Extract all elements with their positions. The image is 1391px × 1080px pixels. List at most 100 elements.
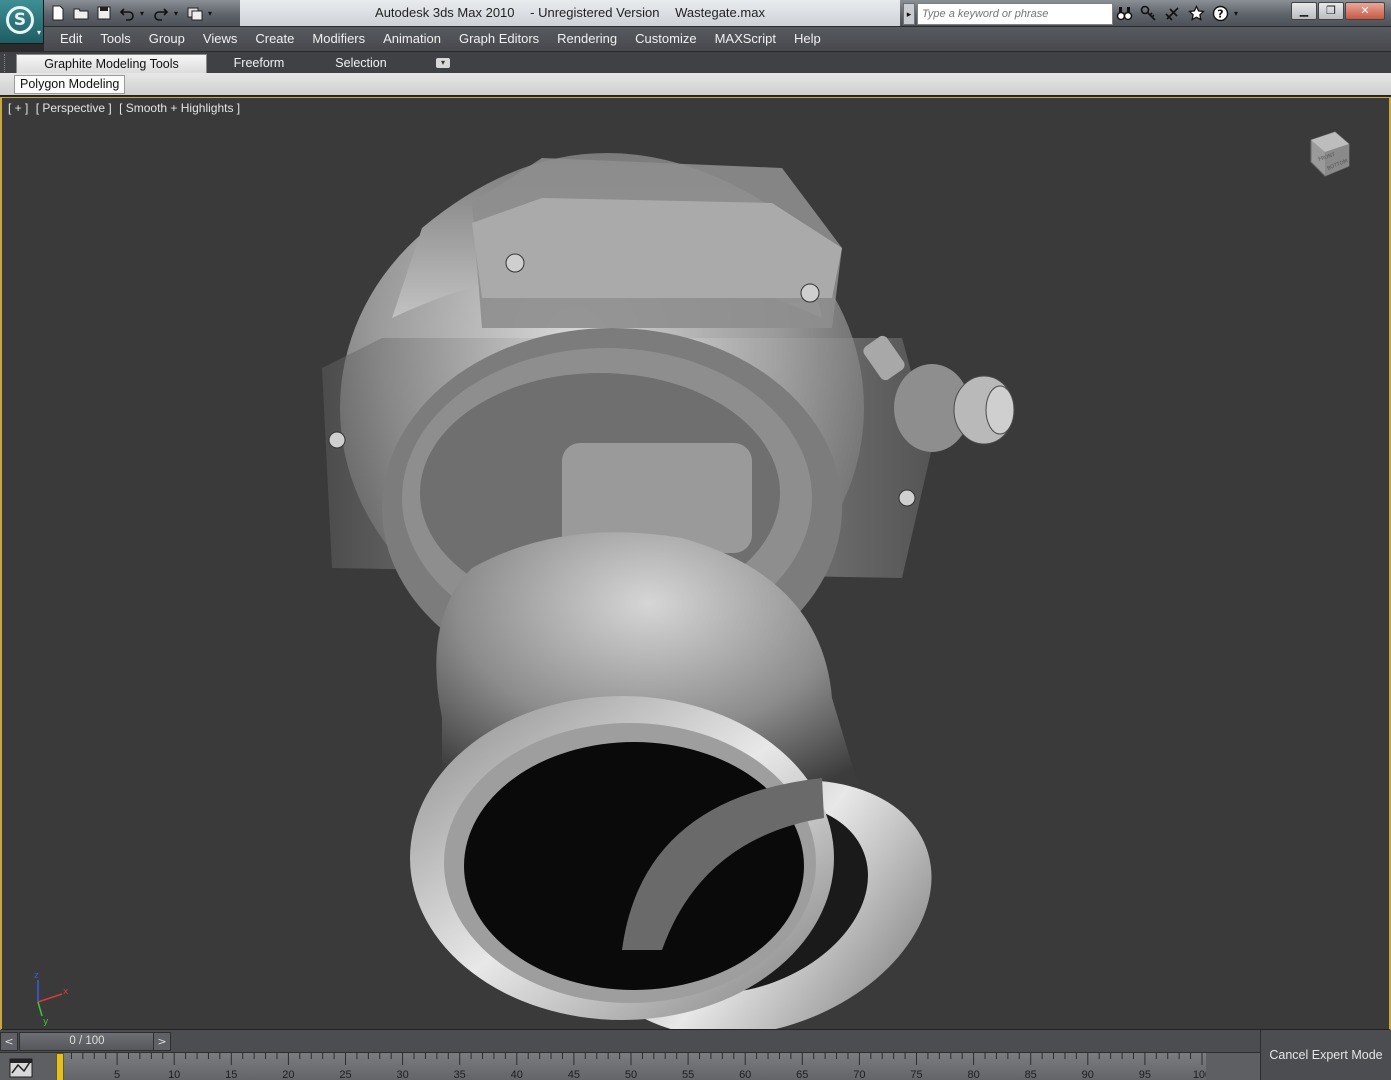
track-tick-label: 55 — [682, 1069, 694, 1080]
track-tick-label: 40 — [511, 1069, 523, 1080]
redo-icon — [154, 8, 169, 21]
time-slider: < 0 / 100 > — [0, 1032, 172, 1051]
project-folder-button[interactable] — [185, 3, 205, 23]
menu-edit[interactable]: Edit — [44, 27, 91, 51]
save-file-button[interactable] — [94, 3, 114, 23]
close-icon: ✕ — [1360, 4, 1370, 17]
redo-dropdown-icon[interactable]: ▾ — [174, 9, 182, 18]
help-dropdown-icon[interactable]: ▾ — [1234, 9, 1242, 18]
close-button[interactable]: ✕ — [1345, 2, 1385, 20]
minimize-button[interactable]: ▁ — [1291, 2, 1317, 20]
svg-text:y: y — [43, 1017, 49, 1026]
search-input[interactable] — [917, 2, 1113, 25]
perspective-viewport[interactable]: [ + ] [ Perspective ] [ Smooth + Highlig… — [0, 97, 1391, 1030]
help-icon: ? — [1212, 5, 1228, 21]
current-frame-marker[interactable] — [56, 1053, 64, 1080]
title-bar: ▾ ▾ ▾ Autodesk 3ds Max 2010 - Unregister… — [0, 0, 1391, 27]
star-icon — [1187, 4, 1205, 21]
tab-selection[interactable]: Selection — [316, 54, 406, 73]
open-folder-icon — [73, 8, 89, 20]
axis-tripod: z x y — [34, 971, 69, 1026]
application-button[interactable]: S ▾ — [0, 0, 44, 44]
minimize-icon: ▁ — [1299, 4, 1309, 17]
svg-text:z: z — [34, 971, 39, 981]
svg-text:?: ? — [1217, 7, 1223, 20]
communication-center-button[interactable] — [1162, 3, 1182, 23]
new-file-icon — [52, 5, 64, 21]
time-slider-track[interactable]: 0 / 100 — [19, 1032, 154, 1051]
ribbon-minimize-dropdown-icon[interactable]: ▾ — [436, 58, 450, 68]
key-icon — [1140, 5, 1156, 21]
track-tick-label: 80 — [967, 1069, 979, 1080]
favorites-button[interactable] — [1186, 3, 1206, 23]
max-logo-icon: S — [6, 6, 34, 34]
search-button[interactable] — [1114, 3, 1134, 23]
track-tick-label: 100 — [1193, 1069, 1206, 1080]
menu-maxscript[interactable]: MAXScript — [706, 27, 785, 51]
subscription-button[interactable] — [1138, 3, 1158, 23]
track-tick-label: 5 — [114, 1069, 120, 1080]
menu-customize[interactable]: Customize — [626, 27, 705, 51]
menu-rendering[interactable]: Rendering — [548, 27, 626, 51]
track-tick-label: 35 — [454, 1069, 466, 1080]
open-file-button[interactable] — [71, 3, 91, 23]
version-note: - Unregistered Version — [530, 5, 660, 20]
help-button[interactable]: ? — [1210, 3, 1230, 23]
quick-access-toolbar: ▾ ▾ ▾ — [48, 2, 236, 24]
track-tick-label: 60 — [739, 1069, 751, 1080]
menu-help[interactable]: Help — [785, 27, 830, 51]
track-tick-label: 50 — [625, 1069, 637, 1080]
menu-graph-editors[interactable]: Graph Editors — [450, 27, 548, 51]
track-tick-label: 15 — [225, 1069, 237, 1080]
app-name: Autodesk 3ds Max 2010 — [375, 5, 515, 20]
menu-modifiers[interactable]: Modifiers — [303, 27, 374, 51]
time-slider-next-button[interactable]: > — [153, 1032, 171, 1051]
curve-editor-icon[interactable] — [8, 1057, 36, 1079]
undo-button[interactable] — [117, 3, 137, 23]
track-tick-label: 20 — [282, 1069, 294, 1080]
timeline-area: < 0 / 100 > 0510152025303540455055606570… — [0, 1030, 1391, 1080]
restore-button[interactable]: ❐ — [1318, 2, 1344, 20]
menu-animation[interactable]: Animation — [374, 27, 450, 51]
time-slider-thumb[interactable]: 0 / 100 — [20, 1033, 154, 1050]
viewport-label: [ + ] [ Perspective ] [ Smooth + Highlig… — [8, 101, 244, 115]
menu-create[interactable]: Create — [246, 27, 303, 51]
viewport-shading-menu[interactable]: [ Smooth + Highlights ] — [119, 101, 240, 115]
track-tick-label: 75 — [910, 1069, 922, 1080]
chevron-right-icon: > — [157, 1035, 167, 1048]
track-tick-label: 95 — [1139, 1069, 1151, 1080]
menu-group[interactable]: Group — [140, 27, 194, 51]
file-name: Wastegate.max — [675, 5, 765, 20]
new-file-button[interactable] — [48, 3, 68, 23]
quick-access-dropdown-icon[interactable]: ▾ — [208, 9, 216, 18]
viewport-point-of-view-menu[interactable]: [ Perspective ] — [36, 101, 112, 115]
track-tick-label: 10 — [168, 1069, 180, 1080]
track-tick-label: 65 — [796, 1069, 808, 1080]
satellite-icon — [1164, 6, 1179, 21]
redo-button[interactable] — [151, 3, 171, 23]
wastegate-model[interactable] — [2, 98, 1389, 1030]
track-tick-label: 90 — [1082, 1069, 1094, 1080]
ribbon-tab-bar: Graphite Modeling Tools Freeform Selecti… — [0, 51, 1391, 96]
panel-polygon-modeling[interactable]: Polygon Modeling — [14, 75, 126, 94]
app-menu-dropdown-icon: ▾ — [36, 28, 41, 37]
undo-dropdown-icon[interactable]: ▾ — [140, 9, 148, 18]
track-bar-ruler[interactable]: 0510152025303540455055606570758085909510… — [56, 1053, 1206, 1080]
track-tick-label: 30 — [396, 1069, 408, 1080]
time-slider-prev-button[interactable]: < — [0, 1032, 18, 1051]
chevron-left-icon: < — [4, 1035, 14, 1048]
tab-graphite-modeling-tools[interactable]: Graphite Modeling Tools — [16, 54, 207, 73]
search-expand-arrow-icon[interactable]: ▸ — [903, 2, 915, 25]
ribbon-panel: Polygon Modeling — [0, 73, 1391, 96]
viewcube[interactable]: FRONT BOTTOM — [1305, 128, 1353, 180]
window-controls: ▁ ❐ ✕ — [1291, 2, 1385, 20]
cancel-expert-mode-button[interactable]: Cancel Expert Mode — [1260, 1030, 1391, 1080]
save-icon — [97, 6, 111, 20]
binoculars-icon — [1116, 6, 1132, 20]
menu-views[interactable]: Views — [194, 27, 246, 51]
menu-tools[interactable]: Tools — [91, 27, 139, 51]
track-bar: 0510152025303540455055606570758085909510… — [0, 1052, 1260, 1080]
track-tick-label: 85 — [1025, 1069, 1037, 1080]
viewport-general-menu[interactable]: [ + ] — [8, 101, 28, 115]
tab-freeform[interactable]: Freeform — [214, 54, 304, 73]
